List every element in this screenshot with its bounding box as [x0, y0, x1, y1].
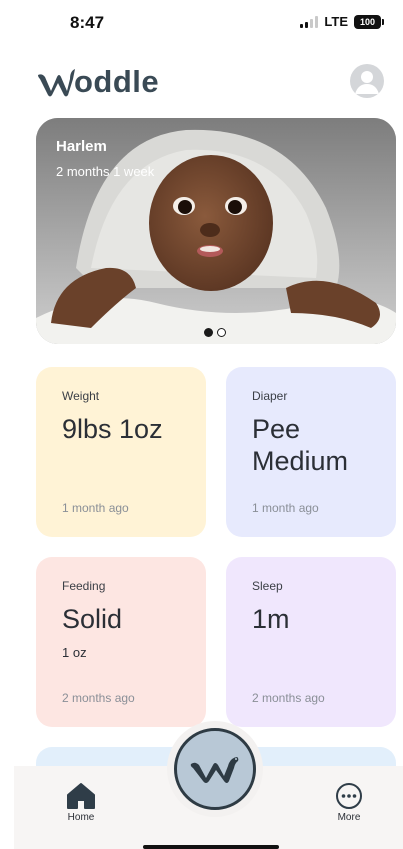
- nav-home-label: Home: [67, 812, 95, 823]
- diaper-card[interactable]: Diaper Pee Medium 1 month ago: [226, 367, 396, 537]
- card-value: 9lbs 1oz: [62, 414, 163, 444]
- user-avatar-icon: [355, 71, 379, 94]
- status-indicators: LTE 100: [300, 14, 384, 29]
- woddle-logo-icon: [190, 757, 239, 783]
- network-type: LTE: [324, 14, 348, 29]
- card-title: Sleep: [252, 579, 283, 593]
- status-bar: 8:47 LTE 100: [0, 0, 403, 46]
- card-value: 1m: [252, 604, 290, 634]
- baby-name: Harlem: [56, 138, 107, 155]
- status-time: 8:47: [70, 13, 105, 32]
- weight-card[interactable]: Weight 9lbs 1oz 1 month ago: [36, 367, 206, 537]
- brand-logo: oddle: [36, 64, 159, 100]
- card-time: 1 month ago: [252, 501, 319, 515]
- woddle-w-icon: [38, 69, 75, 97]
- card-value: Solid: [62, 604, 123, 634]
- card-time: 2 months ago: [62, 691, 135, 705]
- baby-age: 2 months 1 week: [56, 164, 155, 179]
- signal-icon: [300, 15, 319, 28]
- card-value: Pee Medium: [252, 414, 349, 476]
- nav-more-button[interactable]: More: [319, 782, 379, 823]
- nav-more-label: More: [337, 812, 361, 823]
- app-header: oddle: [0, 58, 403, 108]
- carousel-dot-2[interactable]: [217, 328, 226, 337]
- carousel-dot-1[interactable]: [204, 328, 213, 337]
- center-action-button[interactable]: [174, 728, 256, 810]
- app-screen: 8:47 LTE 100 oddle Harlem 2 months 1 wee…: [0, 0, 403, 849]
- battery-icon: 100: [354, 14, 384, 29]
- card-title: Feeding: [62, 579, 106, 593]
- feeding-card[interactable]: Feeding Solid 1 oz 2 months ago: [36, 557, 206, 727]
- profile-avatar-button[interactable]: [350, 64, 384, 98]
- card-subvalue: 1 oz: [62, 645, 87, 660]
- baby-profile-card[interactable]: Harlem 2 months 1 week: [36, 118, 396, 344]
- home-icon: [67, 783, 95, 809]
- home-indicator: [143, 845, 279, 849]
- card-time: 2 months ago: [252, 691, 325, 705]
- carousel-dots: [204, 328, 226, 337]
- card-time: 1 month ago: [62, 501, 129, 515]
- card-title: Diaper: [252, 389, 288, 403]
- more-icon: [336, 783, 362, 809]
- nav-home-button[interactable]: Home: [51, 782, 111, 823]
- brand-name: oddle: [74, 64, 160, 99]
- sleep-card[interactable]: Sleep 1m 2 months ago: [226, 557, 396, 727]
- card-title: Weight: [62, 389, 100, 403]
